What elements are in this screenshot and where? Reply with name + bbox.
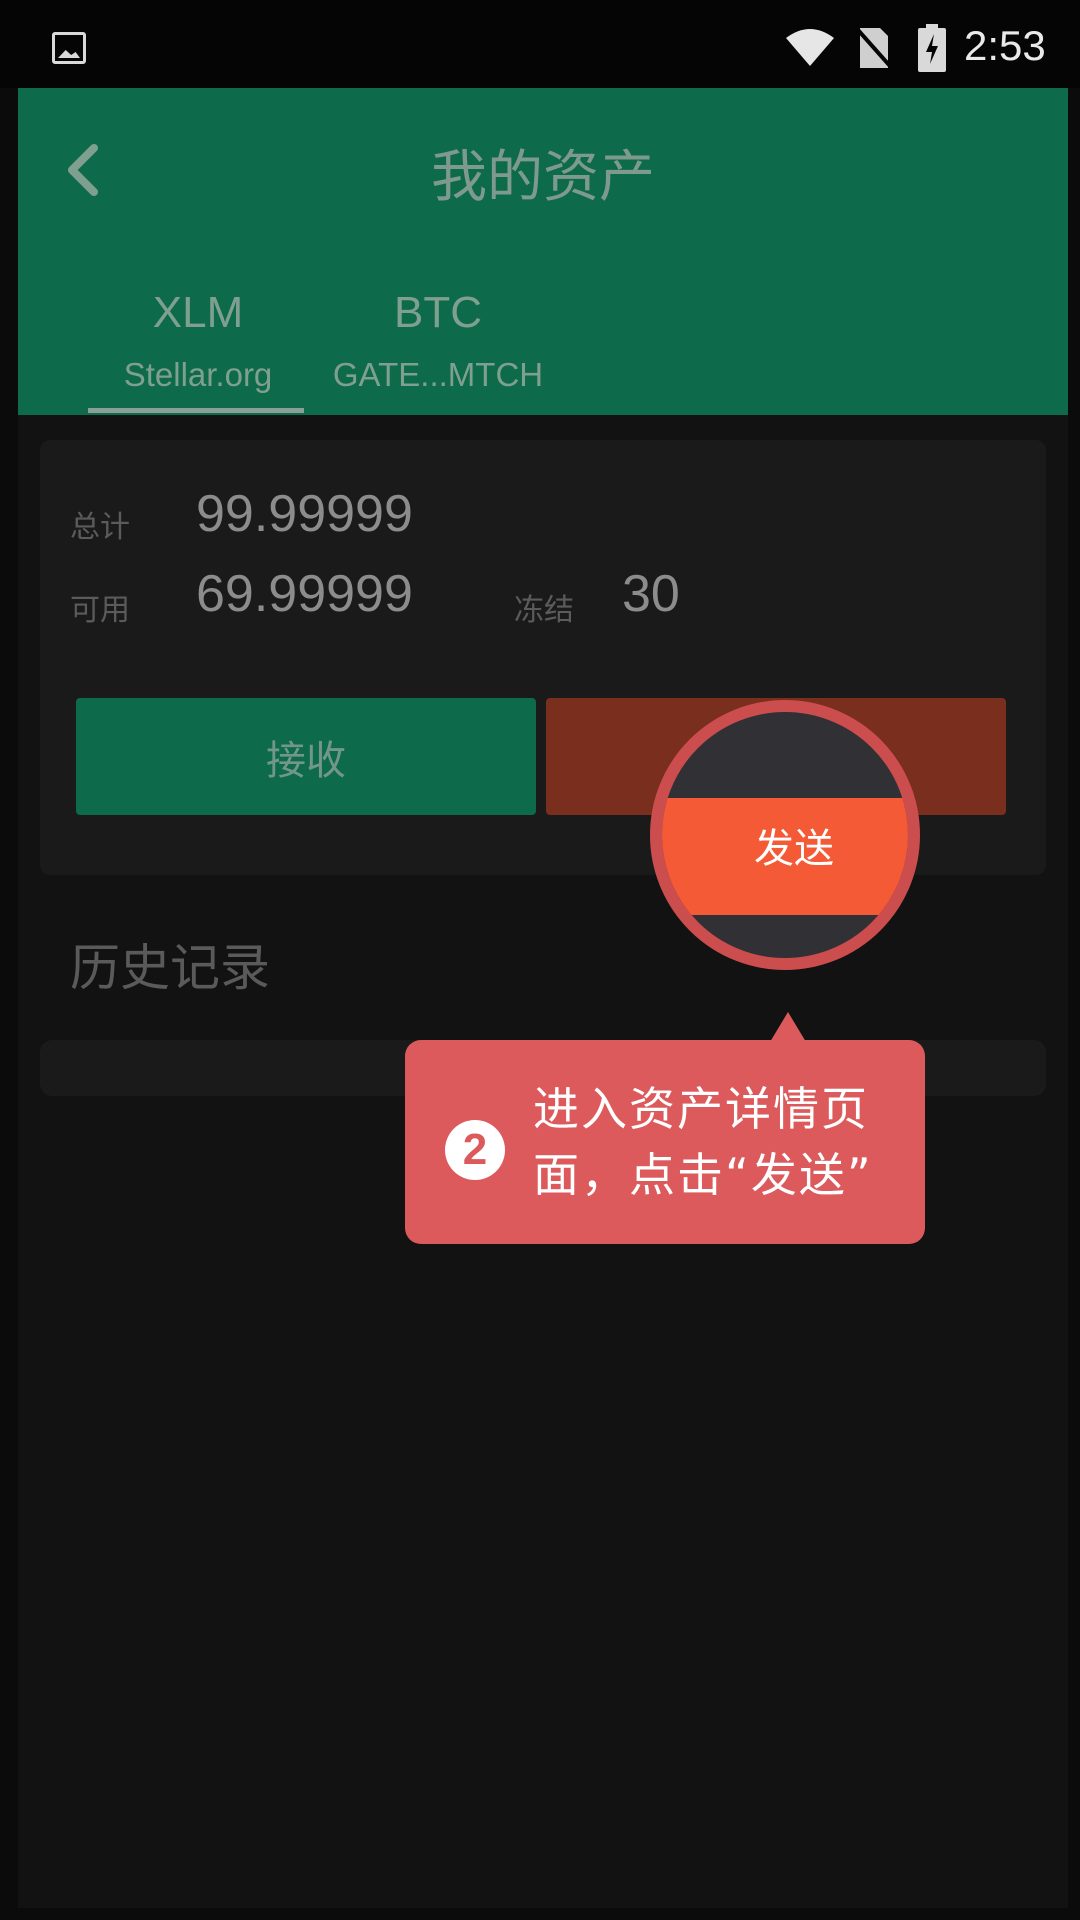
wifi-icon	[786, 29, 834, 66]
total-value: 99.99999	[196, 485, 413, 543]
no-sim-icon	[856, 28, 892, 68]
callout-pointer	[770, 1012, 806, 1042]
app-screen: 我的资产 XLM Stellar.org BTC GATE...MTCH 总计 …	[18, 88, 1068, 1908]
gallery-icon	[52, 32, 86, 64]
battery-icon	[918, 24, 946, 72]
tab-symbol: XLM	[152, 288, 244, 337]
app-header: 我的资产 XLM Stellar.org BTC GATE...MTCH	[18, 88, 1068, 415]
page-title: 我的资产	[431, 145, 655, 210]
frozen-value: 30	[622, 565, 680, 623]
tab-xlm[interactable]: XLM Stellar.org	[88, 288, 308, 394]
tutorial-instruction: 进入资产详情页面，点击“发送”	[533, 1082, 873, 1202]
tab-symbol: BTC	[394, 288, 482, 337]
tab-selected-indicator	[88, 408, 304, 413]
available-label: 可用	[70, 593, 130, 628]
tab-issuer: Stellar.org	[123, 356, 273, 393]
frozen-label: 冻结	[514, 593, 574, 628]
device-frame: 2:53 我的资产 XLM Stellar.org BTC GATE...MTC…	[0, 0, 1080, 1920]
total-label: 总计	[70, 510, 130, 545]
status-time: 2:53	[964, 22, 1046, 69]
step-number-badge: 2	[445, 1120, 505, 1180]
tab-issuer: GATE...MTCH	[332, 356, 544, 393]
available-value: 69.99999	[196, 565, 413, 623]
send-button-label[interactable]: 发送	[718, 786, 870, 903]
status-bar: 2:53	[0, 0, 1080, 88]
receive-button[interactable]: 接收	[76, 698, 536, 815]
history-title: 历史记录	[70, 939, 270, 997]
tab-btc[interactable]: BTC GATE...MTCH	[328, 288, 548, 394]
tutorial-callout: 2 进入资产详情页面，点击“发送”	[405, 1040, 925, 1244]
